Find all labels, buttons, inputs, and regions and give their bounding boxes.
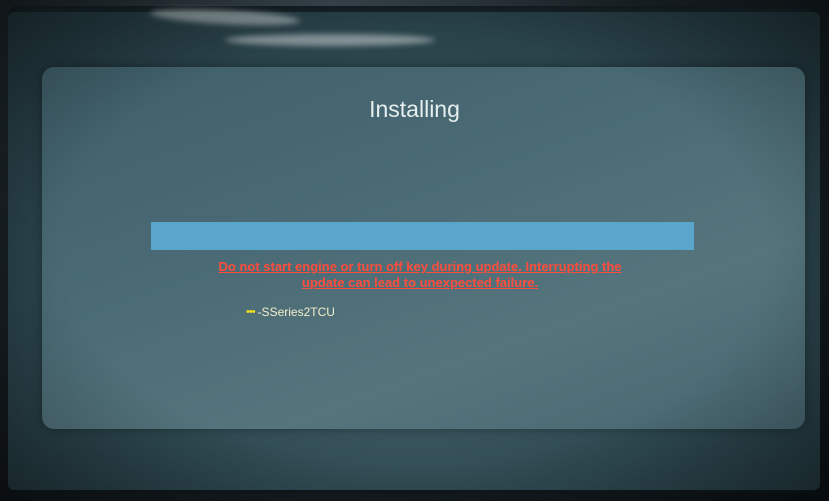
dialog-title: Installing: [369, 96, 460, 122]
screen-glare: [225, 34, 435, 46]
warning-message: Do not start engine or turn off key duri…: [140, 259, 700, 291]
status-text: -SSeries2TCU: [257, 305, 335, 319]
install-progress-bar: [151, 222, 694, 250]
progress-fill: [151, 222, 694, 250]
install-status: ••• -SSeries2TCU: [246, 305, 335, 319]
warning-line-2: update can lead to unexpected failure.: [301, 275, 539, 290]
warning-line-1: Do not start engine or turn off key duri…: [218, 259, 622, 274]
loading-dots-icon: •••: [246, 306, 256, 318]
photo-frame: Installing Do not start engine or turn o…: [0, 0, 829, 501]
